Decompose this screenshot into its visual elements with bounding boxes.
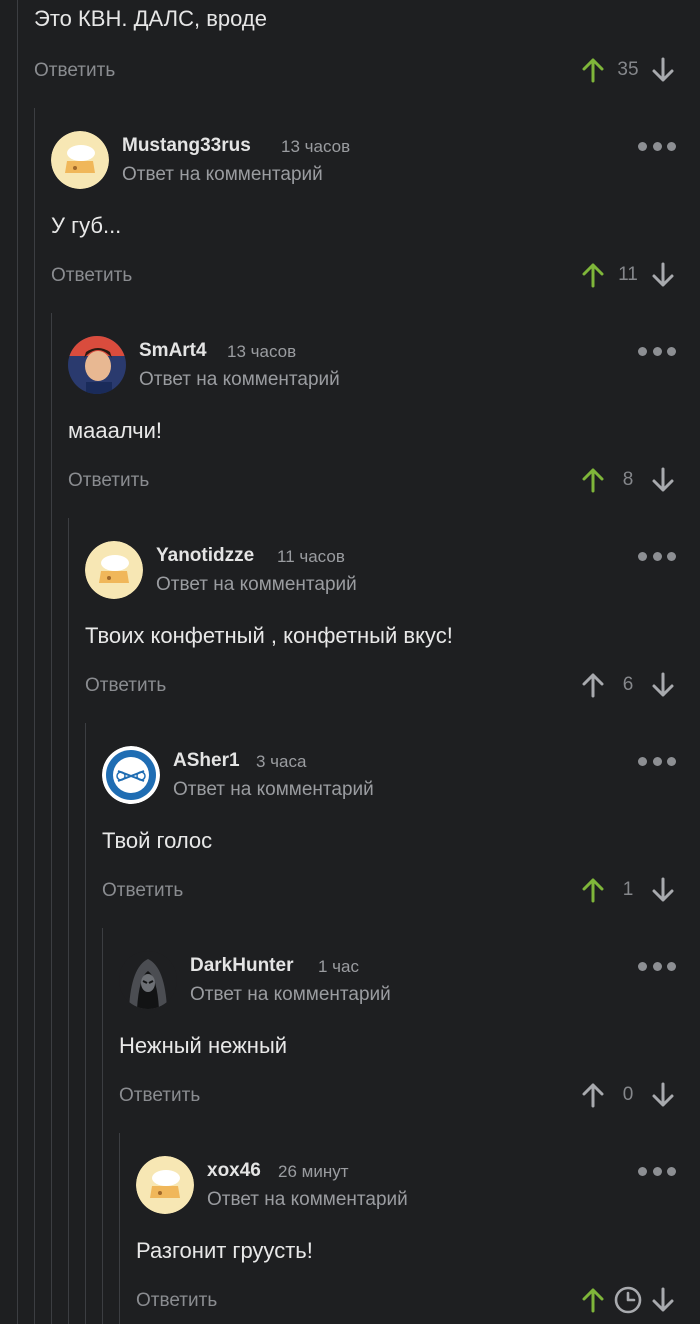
comment-time: 11 часов: [277, 547, 345, 566]
reply-button[interactable]: Ответить: [51, 265, 132, 287]
reply-button[interactable]: Ответить: [136, 1290, 217, 1312]
downvote-arrow-icon[interactable]: [648, 670, 678, 700]
upvote-arrow-icon[interactable]: [578, 1080, 608, 1110]
avatar[interactable]: [51, 131, 109, 189]
downvote-arrow-icon[interactable]: [648, 1285, 678, 1315]
comment: Mustang33rus 13 часов Ответ на комментар…: [0, 130, 700, 305]
rating-controls: 0: [578, 1080, 678, 1110]
downvote-arrow-icon[interactable]: [648, 465, 678, 495]
upvote-arrow-icon[interactable]: [578, 1285, 608, 1315]
comment-time: 3 часа: [256, 752, 307, 771]
reply-button[interactable]: Ответить: [68, 470, 149, 492]
reply-button[interactable]: Ответить: [34, 60, 115, 82]
upvote-arrow-icon[interactable]: [578, 260, 608, 290]
upvote-arrow-icon[interactable]: [578, 465, 608, 495]
comment-time: 13 часов: [227, 342, 297, 361]
upvote-arrow-icon[interactable]: [578, 670, 608, 700]
reply-to-label[interactable]: Ответ на комментарий: [190, 984, 391, 1006]
avatar[interactable]: [136, 1156, 194, 1214]
downvote-arrow-icon[interactable]: [648, 55, 678, 85]
username[interactable]: Yanotidzze: [156, 545, 254, 567]
rating-controls: 1: [578, 875, 678, 905]
username[interactable]: ASher1: [173, 750, 240, 772]
avatar[interactable]: [102, 746, 160, 804]
comment-time: 1 час: [318, 957, 359, 976]
more-options-icon[interactable]: [638, 754, 676, 768]
rating-pending: [608, 1285, 648, 1315]
comment-time: 26 минут: [278, 1162, 349, 1181]
reply-to-label[interactable]: Ответ на комментарий: [173, 779, 374, 801]
comment-text: Разгонит груусть!: [136, 1238, 313, 1263]
comment-text: мааалчи!: [68, 418, 163, 443]
default-avatar-icon: [85, 541, 143, 599]
rating-count: 6: [622, 674, 634, 695]
upvote-arrow-icon[interactable]: [578, 875, 608, 905]
username[interactable]: DarkHunter: [190, 955, 293, 977]
rating-count: 11: [618, 264, 638, 285]
rating-controls: 6: [578, 670, 678, 700]
username[interactable]: Mustang33rus: [122, 135, 251, 157]
reply-to-label[interactable]: Ответ на комментарий: [156, 574, 357, 596]
more-options-icon[interactable]: [638, 344, 676, 358]
photo-avatar-icon: [68, 336, 126, 394]
downvote-arrow-icon[interactable]: [648, 260, 678, 290]
downvote-arrow-icon[interactable]: [648, 875, 678, 905]
downvote-arrow-icon[interactable]: [648, 1080, 678, 1110]
more-options-icon[interactable]: [638, 1164, 676, 1178]
comment-text: Нежный нежный: [119, 1033, 288, 1058]
rating-count: 8: [622, 469, 634, 490]
comment-time: 13 часов: [281, 137, 351, 156]
avatar[interactable]: [68, 336, 126, 394]
clock-icon: [614, 1286, 642, 1314]
rating-controls: 8: [578, 465, 678, 495]
comment: Yanotidzze 11 часов Ответ на комментарий…: [0, 540, 700, 715]
upvote-arrow-icon[interactable]: [578, 55, 608, 85]
comment: ASher1 3 часа Ответ на комментарий Твой …: [0, 745, 700, 920]
reply-button[interactable]: Ответить: [102, 880, 183, 902]
hooded-figure-avatar-icon: [119, 951, 177, 1009]
avatar[interactable]: [119, 951, 177, 1009]
rating-controls: 35: [578, 55, 678, 85]
rating-count: 0: [622, 1084, 634, 1105]
comment: SmArt4 13 часов Ответ на комментарий маа…: [0, 335, 700, 510]
bike-logo-avatar-icon: [102, 746, 160, 804]
comment: xox46 26 минут Ответ на комментарий Разг…: [0, 1155, 700, 1324]
comment-text: У губ...: [51, 213, 122, 238]
rating-count: 35: [617, 59, 639, 80]
comment: DarkHunter 1 час Ответ на комментарий Не…: [0, 950, 700, 1125]
rating-controls: 11: [578, 260, 678, 290]
username[interactable]: xox46: [207, 1160, 261, 1182]
more-options-icon[interactable]: [638, 549, 676, 563]
avatar[interactable]: [85, 541, 143, 599]
comment-text: Это КВН. ДАЛС, вроде: [34, 6, 267, 31]
reply-to-label[interactable]: Ответ на комментарий: [207, 1189, 408, 1211]
reply-button[interactable]: Ответить: [119, 1085, 200, 1107]
reply-button[interactable]: Ответить: [85, 675, 166, 697]
rating-controls: [578, 1285, 678, 1315]
reply-to-label[interactable]: Ответ на комментарий: [139, 369, 340, 391]
more-options-icon[interactable]: [638, 139, 676, 153]
username[interactable]: SmArt4: [139, 340, 207, 362]
default-avatar-icon: [136, 1156, 194, 1214]
rating-count: 1: [622, 879, 634, 900]
comment-text: Твоих конфетный , конфетный вкус!: [85, 623, 453, 648]
comment-text: Твой голос: [102, 828, 213, 853]
default-avatar-icon: [51, 131, 109, 189]
reply-to-label[interactable]: Ответ на комментарий: [122, 164, 323, 186]
more-options-icon[interactable]: [638, 959, 676, 973]
